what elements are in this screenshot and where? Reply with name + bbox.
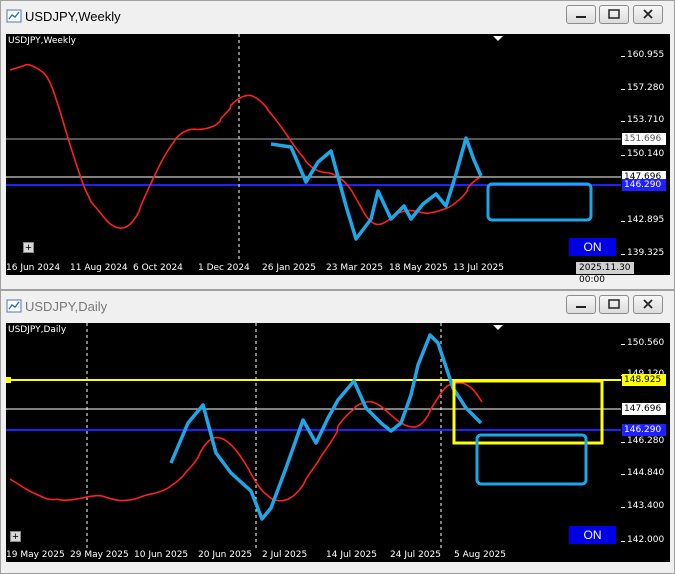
blue-price-box: 146.290 [622,424,666,436]
on-button[interactable]: ON [569,238,616,256]
time-label: 23 Mar 2025 [326,263,384,273]
price-tick [621,121,625,122]
price-tick [621,56,625,57]
price-tick [621,442,625,443]
daily-chart-window: USDJPY,Daily USDJPY,Daily 150.560 146.28… [0,290,675,574]
time-label: 14 Jul 2025 [326,550,377,560]
weekly-price-axis[interactable]: 160.955 157.280 153.710 150.140 142.895 … [621,34,670,261]
gray-price-box: 151.696 [622,133,666,145]
time-label: 11 Aug 2024 [70,263,128,273]
minimize-icon [576,306,586,308]
price-label: 142.000 [627,535,665,545]
weekly-titlebar[interactable]: USDJPY,Weekly [1,1,674,31]
minimize-button[interactable] [566,295,596,314]
chart-symbol-label: USDJPY,Daily [8,325,67,335]
weekly-time-axis[interactable]: 16 Jun 2024 11 Aug 2024 6 Oct 2024 1 Dec… [6,261,634,285]
yellow-price-box: 148.925 [622,374,666,386]
close-icon [643,299,653,309]
time-label: 18 May 2025 [389,263,448,273]
crosshair-date-box: 2025.11.30 00:00 [576,262,634,285]
chart-app-icon [6,9,22,23]
price-tick [621,155,625,156]
chart-symbol-label: USDJPY,Weekly [8,36,76,46]
maximize-icon [608,9,620,19]
plus-button[interactable]: + [10,531,21,543]
weekly-chart-window: USDJPY,Weekly USDJPY,Weekly 160.955 157.… [0,0,675,290]
time-label: 20 Jun 2025 [198,550,253,560]
time-label: 16 Jun 2024 [6,263,61,273]
weekly-chart[interactable]: USDJPY,Weekly 160.955 157.280 153.710 15… [6,34,670,285]
price-label: 160.955 [627,50,665,60]
daily-chart[interactable]: USDJPY,Daily 150.560 149.120 146.280 144… [6,323,670,562]
white-price-box: 147.696 [622,403,666,415]
time-label: 13 Jul 2025 [453,263,504,273]
price-tick [621,89,625,90]
price-label: 142.895 [627,215,665,225]
price-label: 150.140 [627,149,665,159]
daily-time-axis[interactable]: 19 May 2025 29 May 2025 10 Jun 2025 20 J… [6,548,621,562]
daily-titlebar[interactable]: USDJPY,Daily [1,291,674,321]
price-tick [621,221,625,222]
price-label: 150.560 [627,338,665,348]
price-tick [621,344,625,345]
price-label: 139.325 [627,248,665,258]
price-tick [621,541,625,542]
price-tick [621,507,625,508]
time-label: 6 Oct 2024 [133,263,183,273]
on-button[interactable]: ON [569,526,616,544]
plus-button[interactable]: + [23,242,34,254]
price-label: 144.840 [627,468,665,478]
close-icon [643,9,653,19]
maximize-button[interactable] [599,295,629,314]
window-title: USDJPY,Weekly [25,9,121,24]
close-button[interactable] [633,5,663,24]
price-label: 143.400 [627,501,665,511]
time-label: 5 Aug 2025 [454,550,506,560]
price-tick [621,254,625,255]
time-label: 26 Jan 2025 [262,263,316,273]
price-label: 153.710 [627,115,665,125]
price-tick [621,474,625,475]
minimize-icon [576,16,586,18]
time-label: 24 Jul 2025 [390,550,441,560]
minimize-button[interactable] [566,5,596,24]
blue-price-box: 146.290 [622,179,666,191]
time-label: 1 Dec 2024 [198,263,250,273]
time-label: 2 Jul 2025 [262,550,308,560]
daily-price-axis[interactable]: 150.560 149.120 146.280 144.840 143.400 … [621,323,670,548]
maximize-icon [608,299,620,309]
daily-plot-area[interactable] [6,323,621,548]
time-label: 10 Jun 2025 [134,550,189,560]
weekly-plot-area[interactable] [6,34,621,261]
chart-app-icon [6,299,22,313]
maximize-button[interactable] [599,5,629,24]
window-title: USDJPY,Daily [25,299,108,314]
close-button[interactable] [633,295,663,314]
price-label: 146.280 [627,436,665,446]
time-label: 29 May 2025 [70,550,129,560]
time-label: 19 May 2025 [6,550,65,560]
yellow-line-handle[interactable] [6,377,11,383]
price-label: 157.280 [627,83,665,93]
